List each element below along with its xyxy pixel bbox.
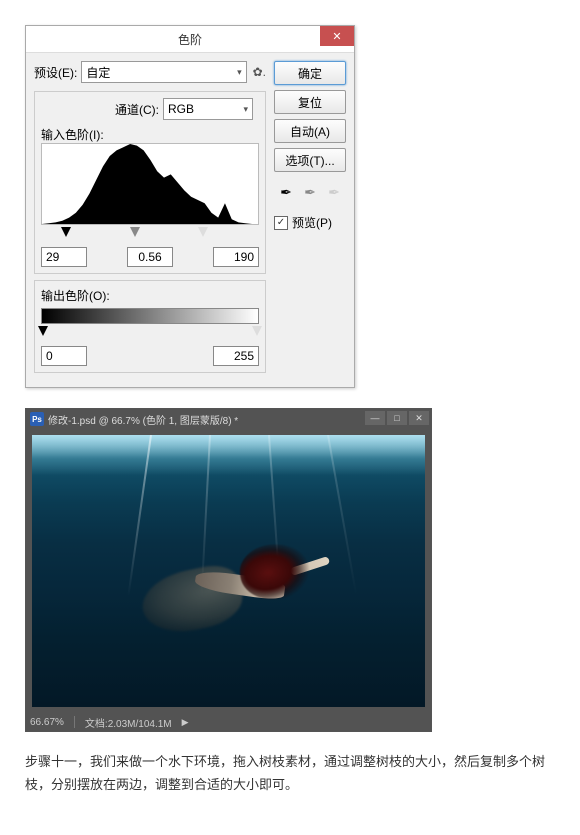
photoshop-document-window: Ps 修改-1.psd @ 66.7% (色阶 1, 图层蒙版/8) * — □… [25,408,432,732]
minimize-button[interactable]: — [365,411,385,425]
eyedroppers-row: ✒ ✒ ✒ [274,183,346,201]
preset-label: 预设(E): [34,64,77,81]
preset-select[interactable]: 自定 ▾ [81,61,246,83]
ok-button[interactable]: 确定 [274,61,346,85]
zoom-level[interactable]: 66.67% [30,717,64,728]
maximize-button[interactable]: □ [387,411,407,425]
output-white-slider[interactable] [252,326,262,336]
doc-size[interactable]: 文档:2.03M/104.1M [85,715,172,730]
close-button[interactable]: ✕ [320,26,354,46]
preview-checkbox[interactable]: ✓ [274,216,288,230]
ps-canvas-wrap [26,429,431,713]
output-slider-track[interactable] [41,326,259,342]
output-high-input[interactable] [213,346,259,366]
channel-row: 通道(C): RGB ▾ [41,98,259,120]
levels-dialog: 色阶 ✕ 预设(E): 自定 ▾ ✿. 通道(C): RGB ▾ [25,25,355,388]
status-separator [74,716,75,728]
preset-row: 预设(E): 自定 ▾ ✿. [34,61,266,83]
ps-window-controls: — □ ✕ [365,411,429,425]
ps-canvas[interactable] [32,435,425,707]
black-eyedropper-icon[interactable]: ✒ [277,183,295,201]
gray-eyedropper-icon[interactable]: ✒ [301,183,319,201]
histogram[interactable] [41,143,259,225]
channel-select[interactable]: RGB ▾ [163,98,253,120]
mermaid-figure [142,544,346,647]
output-levels-label: 输出色阶(O): [41,289,110,303]
shadows-input[interactable] [41,247,87,267]
water-surface [32,435,425,475]
cancel-button[interactable]: 复位 [274,90,346,114]
output-values-row [41,346,259,366]
step-caption: 步骤十一，我们来做一个水下环境，拖入树枝素材，通过调整树枝的大小，然后复制多个树… [25,750,555,797]
options-button[interactable]: 选项(T)... [274,148,346,172]
input-levels-group: 通道(C): RGB ▾ 输入色阶(I): [34,91,266,274]
ps-statusbar: 66.67% 文档:2.03M/104.1M ▶ [26,713,431,731]
channel-value: RGB [168,102,194,116]
chevron-down-icon: ▾ [243,104,248,115]
dialog-title: 色阶 [178,31,202,48]
midtones-input[interactable] [127,247,173,267]
dialog-body: 预设(E): 自定 ▾ ✿. 通道(C): RGB ▾ 输入色阶(I): [26,53,354,387]
preview-row: ✓ 预览(P) [274,214,346,231]
black-point-slider[interactable] [61,227,71,237]
preset-value: 自定 [86,64,110,81]
white-point-slider[interactable] [198,227,208,237]
ps-app-icon: Ps [30,412,44,426]
status-arrow-icon[interactable]: ▶ [182,717,189,728]
gear-icon[interactable]: ✿. [253,65,266,79]
output-low-input[interactable] [41,346,87,366]
white-eyedropper-icon[interactable]: ✒ [325,183,343,201]
output-gradient[interactable] [41,308,259,324]
ps-document-title: 修改-1.psd @ 66.7% (色阶 1, 图层蒙版/8) * [48,412,238,427]
highlights-input[interactable] [213,247,259,267]
input-levels-label: 输入色阶(I): [41,128,104,142]
ps-titlebar[interactable]: Ps 修改-1.psd @ 66.7% (色阶 1, 图层蒙版/8) * — □… [26,409,431,429]
close-button[interactable]: ✕ [409,411,429,425]
output-levels-group: 输出色阶(O): [34,280,266,373]
mid-point-slider[interactable] [130,227,140,237]
input-values-row [41,247,259,267]
dialog-titlebar[interactable]: 色阶 ✕ [26,26,354,53]
input-slider-track[interactable] [41,227,259,243]
preview-label: 预览(P) [292,214,332,231]
channel-label: 通道(C): [115,101,159,118]
mermaid-tail [137,560,247,639]
auto-button[interactable]: 自动(A) [274,119,346,143]
dialog-left-panel: 预设(E): 自定 ▾ ✿. 通道(C): RGB ▾ 输入色阶(I): [34,61,274,379]
chevron-down-icon: ▾ [237,67,242,78]
histogram-svg [42,144,258,224]
close-icon: ✕ [332,30,341,43]
output-black-slider[interactable] [38,326,48,336]
dialog-right-panel: 确定 复位 自动(A) 选项(T)... ✒ ✒ ✒ ✓ 预览(P) [274,61,346,379]
